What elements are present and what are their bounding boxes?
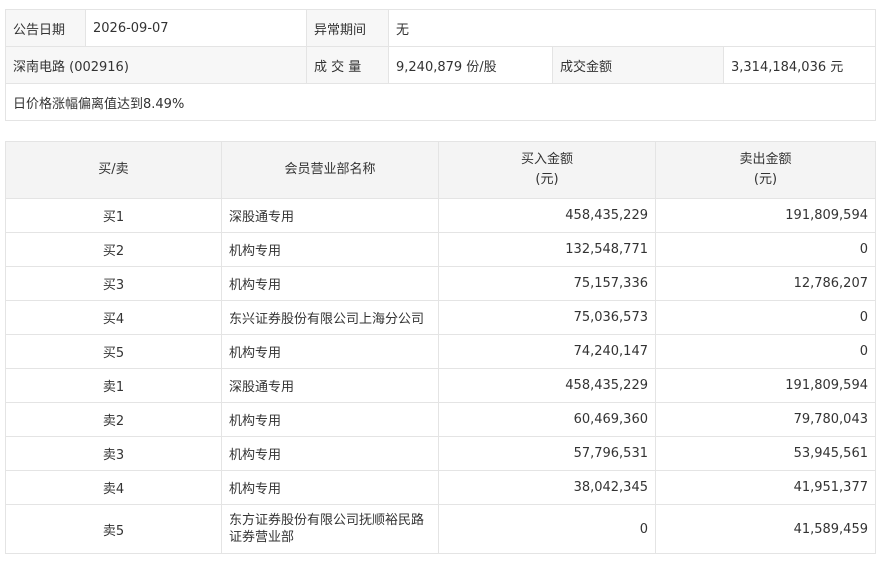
header-buy: 买入金额 (元) <box>438 141 656 199</box>
header-buy-line2: (元) <box>535 172 559 187</box>
row-side: 买4 <box>5 300 222 335</box>
row-sell: 41,951,377 <box>655 470 876 505</box>
row-buy: 0 <box>438 504 656 554</box>
table-row: 买3 机构专用 75,157,336 12,786,207 <box>5 266 876 301</box>
row-side: 卖3 <box>5 436 222 471</box>
info-row-reason: 日价格涨幅偏离值达到8.49% <box>4 83 877 121</box>
header-sell-line1: 卖出金额 <box>739 152 792 167</box>
row-side: 卖2 <box>5 402 222 437</box>
period-label: 异常期间 <box>306 9 389 47</box>
info-table: 公告日期 2026-09-07 异常期间 无 深南电路 (002916) 成 交… <box>4 9 877 121</box>
row-buy: 38,042,345 <box>438 470 656 505</box>
row-side: 买2 <box>5 232 222 267</box>
reason-text: 日价格涨幅偏离值达到8.49% <box>4 83 877 121</box>
table-row: 买5 机构专用 74,240,147 0 <box>5 334 876 369</box>
table-row: 卖4 机构专用 38,042,345 41,951,377 <box>5 470 876 505</box>
row-buy: 458,435,229 <box>438 368 656 403</box>
stock-name: 深南电路 (002916) <box>5 46 307 84</box>
row-side: 卖5 <box>5 504 222 554</box>
announce-date-value: 2026-09-07 <box>85 9 307 47</box>
row-sell: 191,809,594 <box>655 198 876 233</box>
table-row: 卖2 机构专用 60,469,360 79,780,043 <box>5 402 876 437</box>
row-sell: 53,945,561 <box>655 436 876 471</box>
table-row: 买2 机构专用 132,548,771 0 <box>5 232 876 267</box>
row-sell: 12,786,207 <box>655 266 876 301</box>
row-buy: 74,240,147 <box>438 334 656 369</box>
row-buy: 132,548,771 <box>438 232 656 267</box>
row-branch: 东方证券股份有限公司抚顺裕民路证券营业部 <box>221 504 439 554</box>
row-sell: 0 <box>655 300 876 335</box>
row-branch: 机构专用 <box>221 266 439 301</box>
row-side: 买1 <box>5 198 222 233</box>
header-sell: 卖出金额 (元) <box>655 141 876 199</box>
row-buy: 75,036,573 <box>438 300 656 335</box>
row-sell: 79,780,043 <box>655 402 876 437</box>
table-row: 买4 东兴证券股份有限公司上海分公司 75,036,573 0 <box>5 300 876 335</box>
row-buy: 60,469,360 <box>438 402 656 437</box>
announce-date-label: 公告日期 <box>5 9 86 47</box>
row-side: 买5 <box>5 334 222 369</box>
row-buy: 458,435,229 <box>438 198 656 233</box>
row-branch: 深股通专用 <box>221 368 439 403</box>
table-row: 卖3 机构专用 57,796,531 53,945,561 <box>5 436 876 471</box>
row-sell: 0 <box>655 334 876 369</box>
row-buy: 57,796,531 <box>438 436 656 471</box>
row-branch: 深股通专用 <box>221 198 439 233</box>
row-branch: 机构专用 <box>221 436 439 471</box>
row-sell: 0 <box>655 232 876 267</box>
row-side: 买3 <box>5 266 222 301</box>
row-branch: 机构专用 <box>221 402 439 437</box>
table-row: 卖1 深股通专用 458,435,229 191,809,594 <box>5 368 876 403</box>
header-sell-line2: (元) <box>753 172 778 187</box>
info-row-stock: 深南电路 (002916) 成 交 量 9,240,879 份/股 成交金额 3… <box>5 46 877 84</box>
header-branch: 会员营业部名称 <box>221 141 439 199</box>
row-branch: 机构专用 <box>221 334 439 369</box>
trading-table: 买/卖 会员营业部名称 买入金额 (元) 卖出金额 (元) 买1 深股通专用 458… <box>5 141 876 554</box>
row-branch: 东兴证券股份有限公司上海分公司 <box>221 300 439 335</box>
row-sell: 41,589,459 <box>655 504 876 554</box>
row-side: 卖1 <box>5 368 222 403</box>
row-branch: 机构专用 <box>221 232 439 267</box>
table-row: 买1 深股通专用 458,435,229 191,809,594 <box>5 198 876 233</box>
header-buy-line1: 买入金额 <box>520 152 573 167</box>
row-buy: 75,157,336 <box>438 266 656 301</box>
row-sell: 191,809,594 <box>655 368 876 403</box>
info-row-date: 公告日期 2026-09-07 异常期间 无 <box>5 9 877 47</box>
table-header-row: 买/卖 会员营业部名称 买入金额 (元) 卖出金额 (元) <box>5 141 876 199</box>
volume-label: 成 交 量 <box>306 46 389 84</box>
amount-label: 成交金额 <box>552 46 724 84</box>
row-branch: 机构专用 <box>221 470 439 505</box>
period-value: 无 <box>387 9 877 47</box>
volume-value: 9,240,879 份/股 <box>388 46 553 84</box>
amount-value: 3,314,184,036 元 <box>722 46 877 84</box>
table-row: 卖5 东方证券股份有限公司抚顺裕民路证券营业部 0 41,589,459 <box>5 504 876 554</box>
row-side: 卖4 <box>5 470 222 505</box>
header-side: 买/卖 <box>5 141 222 199</box>
